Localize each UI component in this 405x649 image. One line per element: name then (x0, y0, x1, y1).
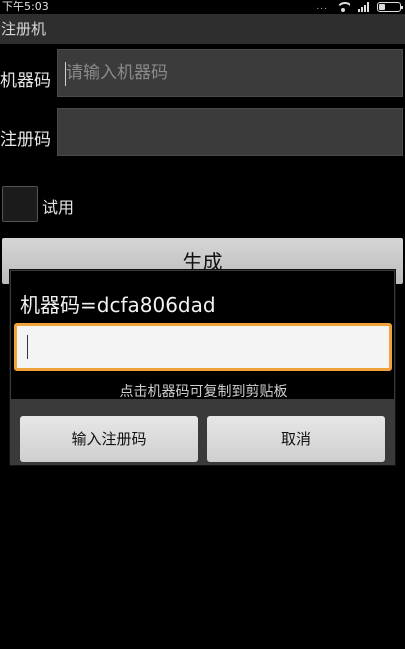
dialog-title[interactable]: 机器码=dcfa806dad (20, 289, 216, 318)
machine-code-placeholder: 请输入机器码 (66, 63, 168, 83)
signal-icon (358, 2, 369, 12)
screen: 下午5:03 ... 注册机 机器码 请输入机器码 注册码 试用 生成 机器码=… (0, 0, 405, 649)
machine-code-input[interactable]: 请输入机器码 (57, 49, 403, 97)
status-bar: 下午5:03 ... (0, 0, 405, 14)
machine-code-dialog: 机器码=dcfa806dad 点击机器码可复制到剪贴板 输入注册码 取消 (10, 270, 395, 465)
dialog-divider (11, 399, 394, 411)
status-time: 下午5:03 (2, 0, 49, 13)
cancel-button[interactable]: 取消 (207, 416, 385, 462)
enter-register-code-button[interactable]: 输入注册码 (20, 416, 198, 462)
register-code-input[interactable] (57, 108, 403, 156)
app-title: 注册机 (1, 20, 47, 38)
text-cursor (65, 62, 66, 86)
dialog-hint-text: 点击机器码可复制到剪贴板 (119, 384, 288, 399)
dialog-hint: 点击机器码可复制到剪贴板 (11, 377, 396, 399)
notification-dots: ... (316, 2, 328, 12)
text-cursor (27, 335, 28, 359)
wifi-icon (336, 2, 350, 12)
status-icons: ... (316, 0, 403, 14)
trial-label: 试用 (42, 198, 75, 217)
trial-checkbox[interactable] (2, 186, 38, 222)
register-code-label: 注册码 (0, 130, 51, 150)
machine-code-label: 机器码 (0, 71, 51, 91)
battery-icon (377, 2, 403, 12)
app-title-bar: 注册机 (0, 14, 405, 44)
dialog-register-code-input[interactable] (14, 323, 392, 371)
